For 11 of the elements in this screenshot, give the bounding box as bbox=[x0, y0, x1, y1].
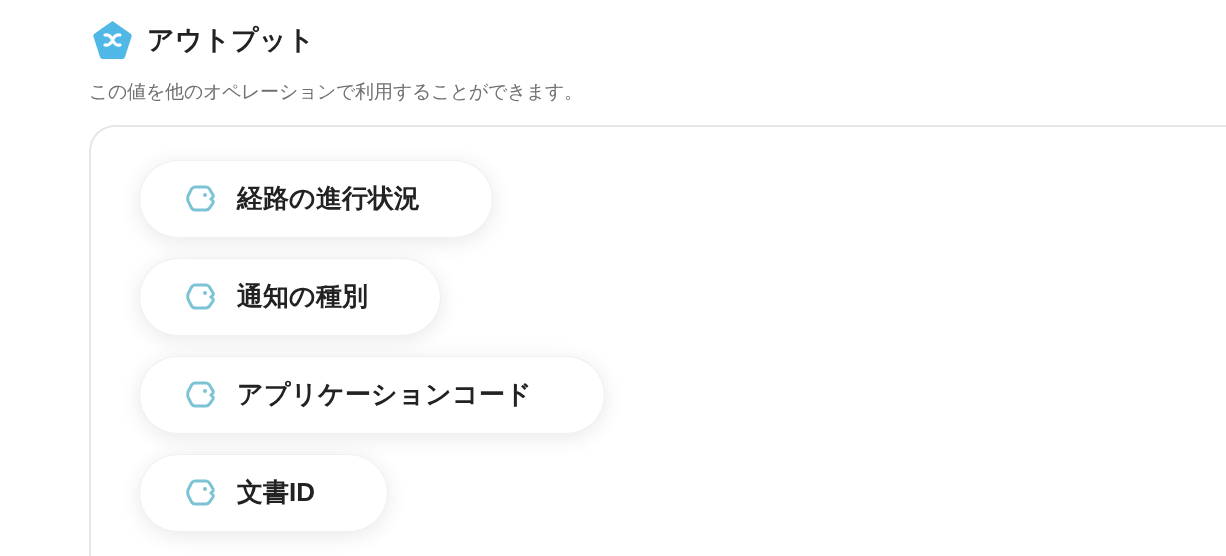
face-icon bbox=[186, 185, 215, 212]
output-chip[interactable]: アプリケーションコード bbox=[139, 355, 605, 434]
section-title: アウトプット bbox=[147, 24, 315, 57]
section-description: この値を他のオペレーションで利用することができます。 bbox=[89, 79, 584, 104]
face-icon bbox=[186, 479, 215, 506]
face-icon bbox=[186, 283, 215, 310]
output-chip[interactable]: 文書ID bbox=[139, 453, 388, 532]
output-chip[interactable]: 通知の種別 bbox=[139, 257, 441, 336]
pentagon-logo-icon bbox=[92, 20, 133, 61]
face-icon bbox=[186, 381, 215, 408]
output-chip[interactable]: 経路の進行状況 bbox=[139, 159, 493, 238]
